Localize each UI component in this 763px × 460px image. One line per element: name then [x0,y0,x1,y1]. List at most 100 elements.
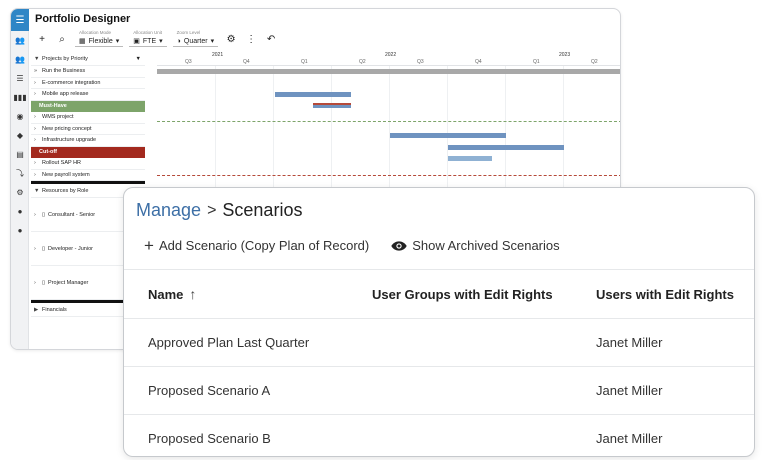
compass-icon[interactable]: ● [11,221,29,240]
chevron-right-icon: › [34,211,36,218]
chart-icon[interactable]: ▮▮▮ [11,88,29,107]
role-icon: ▯ [42,279,46,286]
menu-icon[interactable]: ☰ [11,9,29,31]
allocation-mode-select[interactable]: Allocation Mode ▦ Flexible ▾ [75,30,124,47]
breadcrumb-current: Scenarios [222,200,303,220]
target-icon[interactable]: ◉ [11,107,29,126]
list-item-label: New pricing concept [42,125,92,132]
timeline-header: 2021 2022 2023 Q3 Q4 Q1 Q2 Q3 Q4 Q1 Q2 [157,52,620,66]
quarter-label: Q2 [359,59,366,65]
table-row[interactable]: Proposed Scenario A Janet Miller [124,366,754,414]
list-item-label: Rollout SAP HR [42,160,82,167]
gantt-bar[interactable] [157,69,620,74]
quarter-label: Q3 [185,59,192,65]
timeline: 2021 2022 2023 Q3 Q4 Q1 Q2 Q3 Q4 Q1 Q2 [157,52,620,216]
gantt-bar[interactable] [448,156,492,161]
filter-icon[interactable]: ▼ [136,56,145,62]
allocation-unit-select[interactable]: Allocation Unit ▣ FTE ▾ [129,30,167,47]
allocation-unit-label: Allocation Unit [133,30,163,35]
toolbar: + ⌕ Allocation Mode ▦ Flexible ▾ Allocat… [35,29,278,49]
scenarios-table: Name ↑ User Groups with Edit Rights User… [124,269,754,456]
add-icon[interactable]: + [35,34,49,45]
table-row[interactable]: Approved Plan Last Quarter Janet Miller [124,318,754,366]
quarter-label: Q4 [243,59,250,65]
list-item[interactable]: › WMS project [31,112,145,124]
list-icon[interactable]: ☰ [11,69,29,88]
undo-icon[interactable]: ↶ [264,34,278,45]
list-item[interactable]: » Run the Business [31,66,145,78]
scenario-users: Janet Miller [596,383,663,398]
show-archived-button[interactable]: Show Archived Scenarios [391,238,560,253]
zoom-level-select[interactable]: Zoom Level ◑ Quarter ▾ [172,30,219,47]
cut-off-divider: Cut-off [31,146,145,158]
page-title: Portfolio Designer [35,13,131,25]
scenario-name: Approved Plan Last Quarter [148,335,310,350]
column-header-users[interactable]: Users with Edit Rights [596,270,734,318]
list-item[interactable]: › New payroll system [31,170,145,181]
gantt-bar[interactable] [390,133,506,138]
chevron-right-icon: › [34,79,36,86]
breadcrumb-manage-link[interactable]: Manage [136,200,201,221]
more-vertical-icon[interactable]: ⋮ [244,34,258,45]
list-item[interactable]: › Mobile app release [31,89,145,101]
chevron-right-icon: › [34,91,36,98]
gear-icon[interactable]: ⚙ [224,34,238,45]
quarter-label: Q1 [301,59,308,65]
column-header-name-label: Name [148,286,184,302]
people-icon[interactable]: 👥 [11,50,29,69]
list-item[interactable]: › Rollout SAP HR [31,158,145,170]
resource-label: Project Manager [48,279,89,286]
settings-icon[interactable]: ⚙ [11,183,29,202]
resources-header-label: Resources by Role [42,187,89,194]
chevron-right-icon: › [34,137,36,144]
table-row[interactable]: Proposed Scenario B Janet Miller [124,414,754,456]
left-rail: ☰ 👥 👥 ☰ ▮▮▮ ◉ ◆ ▤ ⤵ ⚙ ● ● [11,9,29,349]
chevron-right-icon: › [34,114,36,121]
list-item-label: Infrastructure upgrade [42,137,97,144]
column-header-name[interactable]: Name ↑ [148,270,196,318]
cut-off-line [157,175,620,176]
list-item[interactable]: › E-commerce integration [31,78,145,89]
gantt-bar[interactable] [275,92,351,97]
resource-label: Consultant - Senior [48,211,96,218]
action-bar: + Add Scenario (Copy Plan of Record) Sho… [144,237,560,254]
scenario-name: Proposed Scenario A [148,383,271,398]
table-header-row: Name ↑ User Groups with Edit Rights User… [124,269,754,318]
caret-down-icon: ▼ [34,187,40,194]
branch-icon[interactable]: ⤵ [11,164,29,183]
chevron-right-icon: › [34,171,36,178]
scenario-users: Janet Miller [596,431,663,446]
gantt-bar[interactable] [313,103,351,108]
projects-header[interactable]: ▼ Projects by Priority ▼ [31,52,145,66]
list-item-label: Run the Business [42,68,86,75]
gantt-bar[interactable] [448,145,564,150]
chevron-right-icon: › [34,125,36,132]
contrast-icon: ◑ [176,37,181,45]
list-item-label: E-commerce integration [42,79,101,86]
chevron-right-icon: › [34,279,36,286]
list-item[interactable]: › New pricing concept [31,124,145,135]
grid-icon: ▦ [79,38,86,45]
projects-header-label: Projects by Priority [42,55,88,62]
document-icon[interactable]: ▤ [11,145,29,164]
list-item-label: New payroll system [42,171,90,178]
chevron-down-icon: ▾ [210,38,215,45]
double-chevron-icon: » [34,68,38,75]
add-scenario-label: Add Scenario (Copy Plan of Record) [158,238,370,253]
breadcrumb: Manage > Scenarios [136,200,302,221]
year-label: 2023 [559,52,571,58]
search-icon[interactable]: ⌕ [55,34,69,45]
quarter-label: Q2 [591,59,598,65]
people-add-icon[interactable]: 👥 [11,31,29,50]
chevron-down-icon: ▾ [115,38,120,45]
scenario-name: Proposed Scenario B [148,431,271,446]
help-icon[interactable]: ● [11,202,29,221]
scenarios-panel: Manage > Scenarios + Add Scenario (Copy … [123,187,755,457]
allocation-mode-value: Flexible [88,37,113,45]
add-scenario-button[interactable]: + Add Scenario (Copy Plan of Record) [144,237,370,254]
list-item[interactable]: › Infrastructure upgrade [31,135,145,147]
quarter-label: Q3 [417,59,424,65]
zoom-level-value: Quarter [183,37,208,45]
column-header-user-groups[interactable]: User Groups with Edit Rights [372,270,553,318]
diamond-icon[interactable]: ◆ [11,126,29,145]
